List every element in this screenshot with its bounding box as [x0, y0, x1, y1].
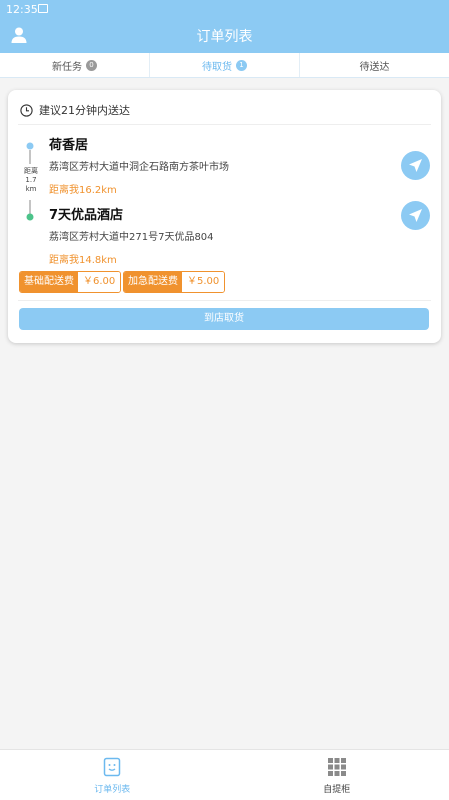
- pickup-button[interactable]: 到店取货: [19, 308, 429, 330]
- navigation-arrow-icon: [408, 208, 423, 223]
- tab-label: 待送达: [360, 58, 390, 73]
- delivery-hint: 建议21分钟内送达: [20, 102, 130, 118]
- customer-distance: 距离我14.8km: [49, 251, 117, 266]
- tab-new-tasks[interactable]: 新任务 0: [0, 53, 150, 77]
- tab-pending-pickup[interactable]: 待取货 1: [150, 53, 300, 77]
- count-badge: 0: [86, 60, 97, 71]
- route-distance-value: 1.7: [20, 176, 42, 185]
- divider: [18, 124, 431, 125]
- route-distance: 距离 1.7 km: [20, 167, 42, 194]
- nav-pickup-locker[interactable]: 自提柜: [225, 750, 449, 800]
- status-time: 12:35: [6, 3, 38, 16]
- grid-icon: [327, 757, 347, 777]
- tab-pending-delivery[interactable]: 待送达: [300, 53, 449, 77]
- fee-value: ￥6.00: [78, 272, 120, 292]
- order-tabs: 新任务 0 待取货 1 待送达: [0, 53, 449, 78]
- nav-label: 订单列表: [0, 782, 225, 795]
- base-fee-tag: 基础配送费 ￥6.00: [19, 271, 121, 293]
- route-distance-unit: km: [20, 185, 42, 194]
- navigate-customer-button[interactable]: [401, 201, 430, 230]
- hint-text: 建议21分钟内送达: [39, 102, 130, 118]
- store-address: 荔湾区芳村大道中洞企石路南方茶叶市场: [49, 158, 229, 173]
- page-title: 订单列表: [0, 26, 449, 46]
- fee-value: ￥5.00: [182, 272, 224, 292]
- tab-label: 新任务: [52, 58, 82, 73]
- nav-label: 自提柜: [225, 782, 449, 795]
- count-badge: 1: [236, 60, 247, 71]
- store-name: 荷香居: [49, 134, 88, 153]
- navigate-store-button[interactable]: [401, 151, 430, 180]
- tab-label: 待取货: [202, 58, 232, 73]
- order-card[interactable]: 建议21分钟内送达 距离 1.7 km 荷香居 荔湾区芳村大道中洞企石路南方茶叶…: [8, 90, 441, 343]
- app-header: 订单列表: [0, 18, 449, 53]
- nav-order-list[interactable]: 订单列表: [0, 750, 225, 800]
- status-bar: 12:35: [0, 0, 449, 18]
- customer-name: 7天优品酒店: [49, 204, 123, 223]
- divider: [18, 300, 431, 301]
- fee-label: 加急配送费: [124, 272, 182, 292]
- notification-icon: [38, 4, 48, 13]
- bottom-nav: 订单列表 自提柜: [0, 749, 449, 800]
- fee-label: 基础配送费: [20, 272, 78, 292]
- order-list-icon: [102, 757, 122, 777]
- urgent-fee-tag: 加急配送费 ￥5.00: [123, 271, 225, 293]
- route-distance-label: 距离: [20, 167, 42, 176]
- customer-address: 荔湾区芳村大道中271号7天优品804: [49, 228, 214, 243]
- store-distance: 距离我16.2km: [49, 181, 117, 196]
- navigation-arrow-icon: [408, 158, 423, 173]
- clock-icon: [20, 104, 33, 117]
